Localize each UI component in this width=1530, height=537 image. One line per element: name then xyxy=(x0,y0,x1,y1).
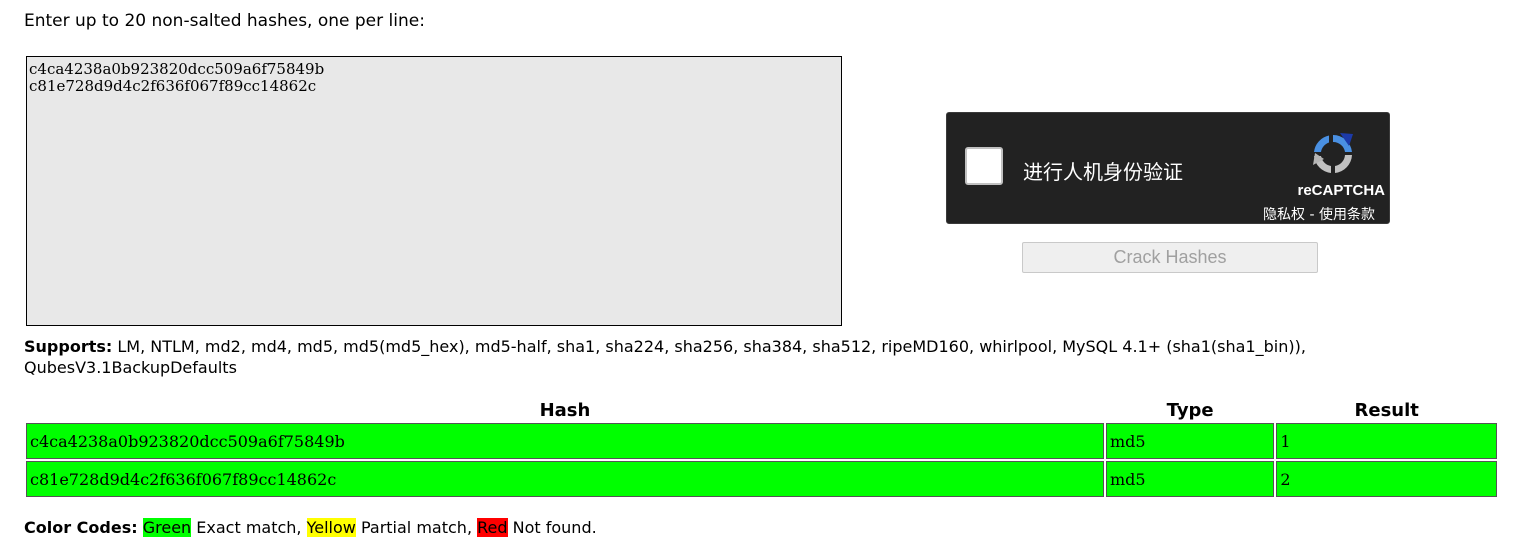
type-cell: md5 xyxy=(1105,461,1275,497)
hash-input[interactable]: c4ca4238a0b923820dcc509a6f75849b c81e728… xyxy=(26,56,842,326)
recaptcha-widget: 进行人机身份验证 reCAPTCHA 隐私权 - 使用条款 xyxy=(946,112,1390,224)
hash-cell: c4ca4238a0b923820dcc509a6f75849b xyxy=(26,423,1104,459)
instructions-text: Enter up to 20 non-salted hashes, one pe… xyxy=(24,11,425,31)
column-header-result: Result xyxy=(1354,399,1419,421)
hash-cell: c81e728d9d4c2f636f067f89cc14862c xyxy=(26,461,1104,497)
recaptcha-checkbox[interactable] xyxy=(965,147,1003,185)
legend-label: Color Codes: xyxy=(24,518,138,537)
crack-hashes-button[interactable]: Crack Hashes xyxy=(1022,242,1318,273)
table-row: c4ca4238a0b923820dcc509a6f75849b md5 1 xyxy=(26,423,1497,459)
legend-green-swatch: Green xyxy=(142,518,192,537)
result-cell: 1 xyxy=(1276,423,1497,459)
recaptcha-label: 进行人机身份验证 xyxy=(1023,160,1183,184)
type-cell: md5 xyxy=(1105,423,1275,459)
legend-yellow-swatch: Yellow xyxy=(306,518,356,537)
legend-yellow-desc: Partial match, xyxy=(360,518,473,537)
legend-green-desc: Exact match, xyxy=(196,518,302,537)
results-table: Hash Type Result c4ca4238a0b923820dcc509… xyxy=(24,397,1499,499)
table-row: c81e728d9d4c2f636f067f89cc14862c md5 2 xyxy=(26,461,1497,497)
legend-red-swatch: Red xyxy=(477,518,508,537)
result-cell: 2 xyxy=(1276,461,1497,497)
column-header-type: Type xyxy=(1166,399,1214,421)
recaptcha-brand: reCAPTCHA xyxy=(1297,182,1385,199)
legend-red-desc: Not found. xyxy=(512,518,597,537)
supported-algorithms: Supports: LM, NTLM, md2, md4, md5, md5(m… xyxy=(24,336,1504,378)
supports-label: Supports: xyxy=(24,337,113,356)
recaptcha-privacy-terms-link[interactable]: 隐私权 - 使用条款 xyxy=(1263,204,1375,224)
supports-list: LM, NTLM, md2, md4, md5, md5(md5_hex), m… xyxy=(24,337,1306,377)
column-header-hash: Hash xyxy=(539,399,591,421)
recaptcha-logo-icon xyxy=(1313,133,1353,173)
color-legend: Color Codes: Green Exact match, Yellow P… xyxy=(24,518,597,537)
